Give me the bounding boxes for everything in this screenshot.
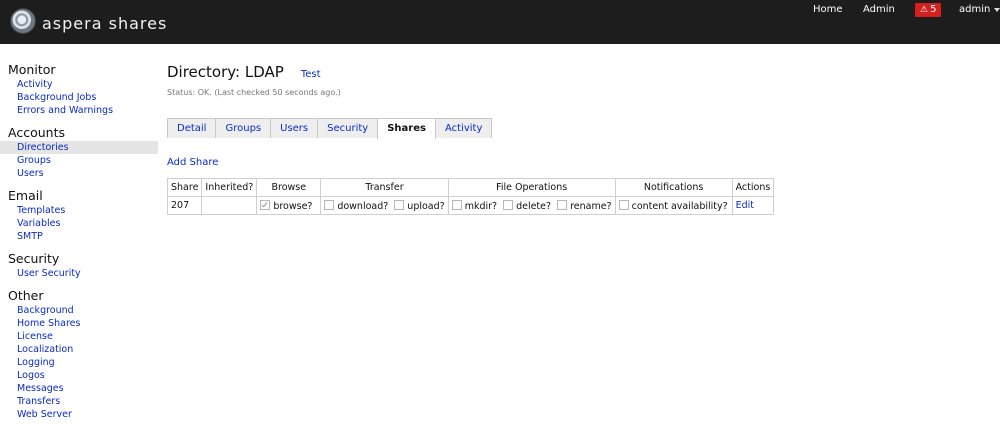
sidebar-item-users[interactable]: Users: [0, 167, 158, 180]
sidebar-item-logos[interactable]: Logos: [0, 369, 158, 382]
sidebar-item-directories[interactable]: Directories: [0, 141, 158, 154]
warning-icon: ⚠: [920, 5, 929, 15]
page-title: Directory: LDAP: [167, 63, 284, 81]
sidebar-item-logging[interactable]: Logging: [0, 356, 158, 369]
share-id-cell: 207: [166, 196, 203, 215]
browse-label: browse?: [273, 200, 313, 212]
sidebar-item-messages[interactable]: Messages: [0, 382, 158, 395]
mkdir-checkbox[interactable]: [451, 199, 462, 210]
alerts-badge[interactable]: ⚠ 5: [915, 3, 942, 17]
user-name: admin: [959, 4, 991, 15]
tab-shares[interactable]: Shares: [377, 118, 436, 139]
upload-checkbox[interactable]: [394, 199, 405, 210]
delete-label: delete?: [516, 200, 552, 212]
inherited-cell: [201, 196, 258, 215]
add-share-link[interactable]: Add Share: [167, 157, 218, 168]
content-availability-label: content availability?: [631, 200, 728, 212]
sidebar-item-smtp[interactable]: SMTP: [0, 230, 158, 243]
sidebar-item-home-shares[interactable]: Home Shares: [0, 317, 158, 330]
tab-groups[interactable]: Groups: [215, 118, 272, 138]
tab-detail[interactable]: Detail: [167, 118, 217, 138]
sidebar-section-security: Security: [8, 251, 60, 266]
column-header-notifications: Notifications: [614, 178, 733, 197]
transfer-cell: download? upload?: [320, 196, 449, 215]
table-header-row: Share Inherited? Browse Transfer File Op…: [166, 178, 775, 197]
table-row: 207 browse? download? upload? mkdir? delet…: [166, 196, 775, 215]
browse-cell: browse?: [256, 196, 322, 215]
sidebar-section-email: Email: [8, 188, 43, 203]
download-label: download?: [337, 200, 389, 212]
column-header-file-operations: File Operations: [447, 178, 616, 197]
tab-activity[interactable]: Activity: [434, 118, 493, 138]
brand-name[interactable]: aspera shares: [42, 14, 167, 33]
sidebar-item-activity[interactable]: Activity: [0, 78, 158, 91]
shares-table: Share Inherited? Browse Transfer File Op…: [166, 178, 775, 215]
rename-label: rename?: [570, 200, 612, 212]
sidebar-item-groups[interactable]: Groups: [0, 154, 158, 167]
user-menu[interactable]: admin: [959, 4, 1000, 15]
test-link[interactable]: Test: [301, 69, 321, 80]
sidebar-item-transfers[interactable]: Transfers: [0, 395, 158, 408]
column-header-share: Share: [166, 178, 203, 197]
sidebar-item-web-server[interactable]: Web Server: [0, 408, 158, 421]
sidebar-item-variables[interactable]: Variables: [0, 217, 158, 230]
title-row: Directory: LDAP Test: [167, 63, 321, 81]
actions-cell: Edit: [731, 196, 775, 215]
content-availability-checkbox[interactable]: [618, 199, 629, 210]
tab-security[interactable]: Security: [317, 118, 379, 138]
sidebar-item-localization[interactable]: Localization: [0, 343, 158, 356]
browse-checkbox[interactable]: [260, 199, 271, 210]
upload-label: upload?: [407, 200, 445, 212]
sidebar-item-background[interactable]: Background: [0, 304, 158, 317]
status-text: Status: OK. (Last checked 50 seconds ago…: [167, 88, 341, 97]
sidebar-section-other: Other: [8, 288, 44, 303]
nav-home-link[interactable]: Home: [813, 4, 843, 15]
column-header-inherited: Inherited?: [201, 178, 258, 197]
sidebar-item-errors-and-warnings[interactable]: Errors and Warnings: [0, 104, 158, 117]
tab-bar: Detail Groups Users Security Shares Acti…: [167, 118, 493, 139]
delete-checkbox[interactable]: [503, 199, 514, 210]
tab-users[interactable]: Users: [270, 118, 319, 138]
rename-checkbox[interactable]: [557, 199, 568, 210]
mkdir-label: mkdir?: [464, 200, 498, 212]
sidebar-item-license[interactable]: License: [0, 330, 158, 343]
sidebar: Monitor Activity Background Jobs Errors …: [0, 44, 158, 421]
alert-count: 5: [930, 4, 937, 15]
file-operations-cell: mkdir? delete? rename?: [447, 196, 616, 215]
column-header-transfer: Transfer: [320, 178, 449, 197]
sidebar-item-templates[interactable]: Templates: [0, 204, 158, 217]
sidebar-section-accounts: Accounts: [8, 125, 65, 140]
download-checkbox[interactable]: [324, 199, 335, 210]
column-header-browse: Browse: [256, 178, 322, 197]
notifications-cell: content availability?: [614, 196, 733, 215]
sidebar-item-background-jobs[interactable]: Background Jobs: [0, 91, 158, 104]
sidebar-section-monitor: Monitor: [8, 62, 56, 77]
nav-admin-link[interactable]: Admin: [863, 4, 895, 15]
sidebar-item-user-security[interactable]: User Security: [0, 267, 158, 280]
top-bar: aspera shares Home Admin ⚠ 5 admin: [0, 0, 1000, 44]
chevron-down-icon: [994, 7, 1000, 12]
column-header-actions: Actions: [731, 178, 775, 197]
aspera-logo-icon[interactable]: [10, 8, 36, 34]
edit-link[interactable]: Edit: [736, 200, 754, 211]
